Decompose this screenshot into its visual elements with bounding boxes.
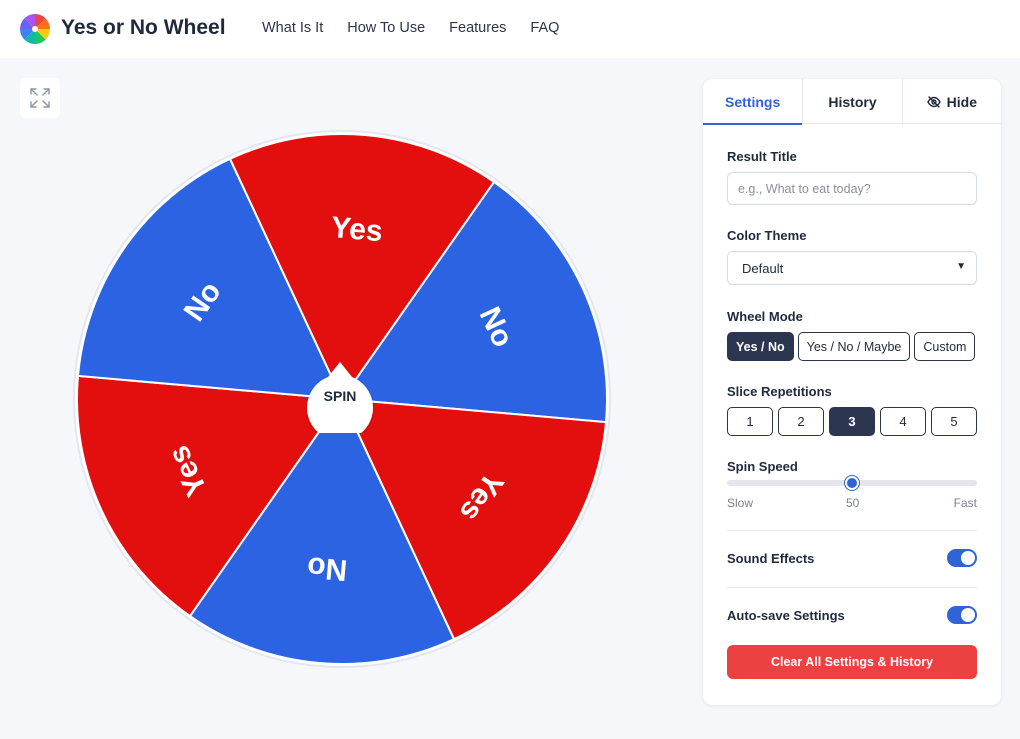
main-nav: What Is It How To Use Features FAQ (262, 20, 583, 36)
divider (727, 587, 977, 588)
spin-speed-thumb[interactable] (845, 476, 859, 490)
divider (727, 530, 977, 531)
mode-yes-no-button[interactable]: Yes / No (727, 332, 794, 361)
nav-what-is-it[interactable]: What Is It (262, 20, 323, 36)
sound-effects-row: Sound Effects (727, 548, 977, 568)
repetition-4-button[interactable]: 4 (880, 407, 926, 436)
brand-name[interactable]: Yes or No Wheel (61, 16, 226, 40)
spin-button[interactable] (306, 361, 374, 433)
speed-min-label: Slow (727, 496, 754, 510)
spin-speed-label: Spin Speed (727, 459, 798, 474)
auto-save-toggle[interactable] (947, 606, 977, 624)
wheel-mode-group: Yes / No Yes / No / Maybe Custom (727, 332, 976, 361)
wheel-mode-label: Wheel Mode (727, 309, 803, 324)
tab-history-label: History (828, 93, 877, 110)
eye-slash-icon (926, 95, 941, 108)
nav-faq[interactable]: FAQ (530, 20, 559, 36)
tab-settings-label: Settings (725, 93, 781, 110)
speed-value-label: 50 (846, 496, 860, 510)
sound-effects-toggle[interactable] (947, 549, 977, 567)
result-title-input[interactable] (727, 172, 977, 205)
wheel-slice-label: No (306, 550, 349, 586)
tab-settings[interactable]: Settings (703, 79, 803, 125)
clear-all-button[interactable]: Clear All Settings & History (727, 645, 977, 679)
color-theme-value: Default (742, 260, 784, 276)
color-theme-label: Color Theme (727, 228, 807, 243)
tab-hide[interactable]: Hide (901, 79, 1001, 124)
slice-repetitions-group: 1 2 3 4 5 (727, 407, 977, 436)
sound-effects-label: Sound Effects (727, 550, 815, 566)
slice-repetitions-label: Slice Repetitions (727, 384, 832, 399)
repetition-3-button[interactable]: 3 (829, 407, 875, 436)
wheel-logo-icon[interactable] (19, 13, 51, 45)
nav-features[interactable]: Features (449, 20, 506, 36)
repetition-1-button[interactable]: 1 (727, 407, 773, 436)
mode-custom-button[interactable]: Custom (914, 332, 976, 361)
settings-panel: Settings History Hide Result Title Color… (703, 79, 1001, 705)
chevron-down-icon: ▼ (956, 261, 966, 272)
top-header: Yes or No Wheel What Is It How To Use Fe… (0, 0, 1020, 58)
nav-how-to-use[interactable]: How To Use (347, 20, 425, 36)
auto-save-label: Auto-save Settings (727, 607, 845, 623)
wheel-slice-label: Yes (330, 211, 384, 248)
speed-max-label: Fast (953, 496, 977, 510)
panel-tabs: Settings History Hide (703, 79, 1001, 125)
fullscreen-button[interactable] (20, 78, 60, 118)
tab-history[interactable]: History (802, 79, 901, 124)
auto-save-row: Auto-save Settings (727, 605, 977, 625)
result-title-label: Result Title (727, 149, 797, 164)
color-theme-select[interactable]: Default ▼ (727, 251, 977, 285)
mode-yes-no-maybe-button[interactable]: Yes / No / Maybe (797, 332, 911, 361)
repetition-2-button[interactable]: 2 (778, 407, 824, 436)
repetition-5-button[interactable]: 5 (931, 407, 977, 436)
spin-speed-scale: Slow 50 Fast (727, 496, 977, 510)
tab-hide-label: Hide (946, 93, 977, 110)
expand-icon (30, 88, 50, 108)
